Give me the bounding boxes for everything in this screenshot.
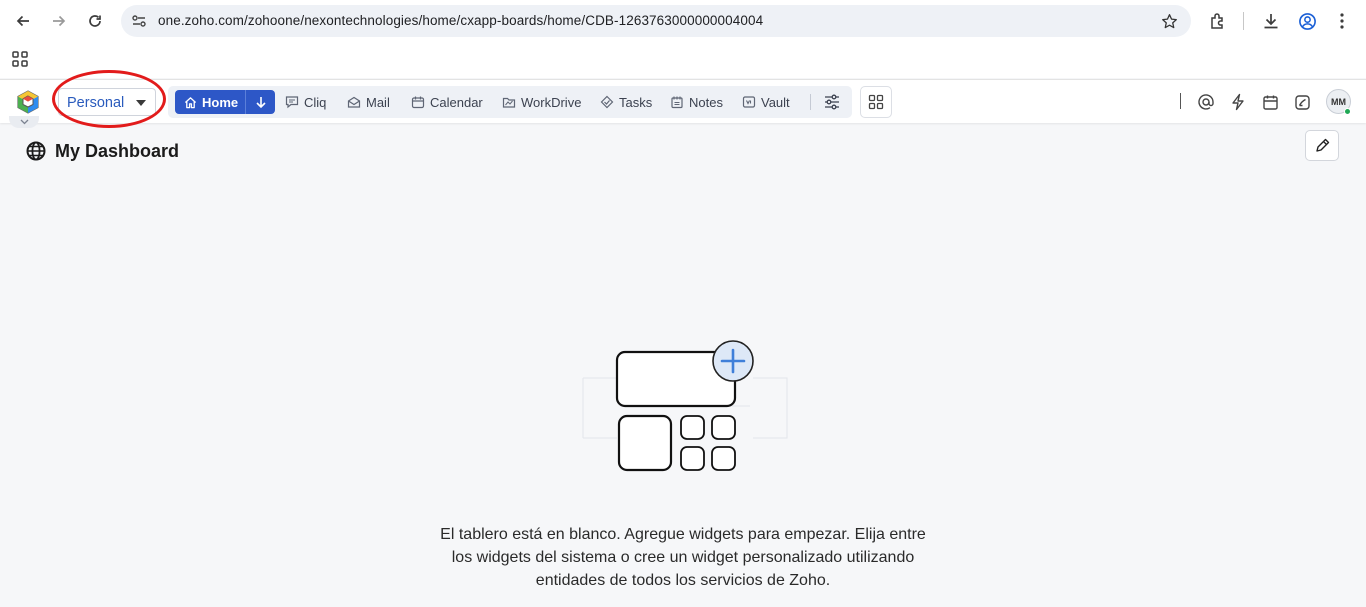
workspace-dropdown-label: Personal bbox=[67, 95, 125, 111]
dashboard-heading: My Dashboard bbox=[26, 140, 179, 162]
back-button[interactable] bbox=[10, 8, 36, 34]
download-icon[interactable] bbox=[1258, 8, 1284, 34]
toolbar-divider bbox=[1243, 12, 1244, 30]
app-workdrive[interactable]: WorkDrive bbox=[502, 92, 581, 112]
app-workdrive-label: WorkDrive bbox=[521, 94, 582, 110]
site-info-icon[interactable] bbox=[129, 11, 149, 31]
arrow-left-icon bbox=[16, 15, 29, 27]
customize-apps-icon[interactable] bbox=[822, 92, 842, 112]
zoho-one-logo-icon[interactable] bbox=[15, 89, 41, 115]
forward-button[interactable] bbox=[46, 8, 72, 34]
apps-strip: Home Cliq Mail Calendar WorkDrive Tasks bbox=[168, 86, 852, 118]
app-vault-label: Vault bbox=[761, 94, 790, 110]
home-pin-button[interactable] bbox=[246, 90, 275, 114]
app-calendar-label: Calendar bbox=[430, 94, 483, 110]
app-vault[interactable]: Vault bbox=[742, 92, 790, 112]
tasks-icon bbox=[600, 95, 614, 109]
app-mail-label: Mail bbox=[366, 94, 390, 110]
empty-dashboard-illustration bbox=[580, 338, 790, 474]
app-mail[interactable]: Mail bbox=[347, 92, 390, 112]
browser-menu-icon[interactable] bbox=[1329, 8, 1355, 34]
mail-icon bbox=[347, 96, 361, 108]
notes-header-icon[interactable] bbox=[1291, 91, 1313, 113]
all-apps-button[interactable] bbox=[860, 86, 892, 118]
workspace-dropdown[interactable]: Personal bbox=[58, 88, 156, 116]
apps-shortcut-icon[interactable] bbox=[11, 50, 29, 68]
address-bar[interactable]: one.zoho.com/zohoone/nexontechnologies/h… bbox=[121, 5, 1191, 37]
chat-icon bbox=[285, 96, 299, 109]
url-text[interactable]: one.zoho.com/zohoone/nexontechnologies/h… bbox=[158, 13, 763, 28]
app-cliq[interactable]: Cliq bbox=[285, 92, 326, 112]
app-notes-label: Notes bbox=[689, 94, 723, 110]
globe-icon bbox=[26, 141, 46, 161]
calendar-header-icon[interactable] bbox=[1259, 91, 1281, 113]
extensions-icon[interactable] bbox=[1205, 8, 1231, 34]
arrow-right-icon bbox=[53, 15, 66, 27]
app-home-label: Home bbox=[202, 94, 239, 110]
app-notes[interactable]: Notes bbox=[670, 92, 723, 112]
mentions-icon[interactable] bbox=[1195, 91, 1217, 113]
online-status-dot bbox=[1344, 108, 1351, 115]
reload-button[interactable] bbox=[82, 8, 108, 34]
home-button-group: Home bbox=[175, 90, 275, 114]
calendar-icon bbox=[411, 96, 425, 109]
vault-icon bbox=[742, 96, 756, 108]
browser-toolbar: one.zoho.com/zohoone/nexontechnologies/h… bbox=[0, 0, 1366, 78]
pencil-icon bbox=[1315, 138, 1329, 152]
reload-icon bbox=[89, 15, 101, 27]
profile-icon[interactable] bbox=[1294, 8, 1320, 34]
app-tasks[interactable]: Tasks bbox=[600, 92, 652, 112]
chevron-down-icon bbox=[20, 119, 28, 125]
edit-dashboard-button[interactable] bbox=[1305, 130, 1339, 161]
app-calendar[interactable]: Calendar bbox=[411, 92, 483, 112]
collapse-sidebar-tab[interactable] bbox=[9, 116, 39, 128]
grid-icon bbox=[868, 94, 884, 110]
notes-icon bbox=[671, 96, 683, 109]
empty-dashboard-message: El tablero está en blanco. Agregue widge… bbox=[440, 526, 926, 589]
zoho-header: Personal Home Cliq Mail Calendar WorkDri… bbox=[0, 79, 1366, 128]
app-home[interactable]: Home bbox=[175, 90, 246, 114]
bookmark-star-icon[interactable] bbox=[1159, 11, 1179, 31]
folder-icon bbox=[502, 97, 516, 108]
apps-strip-divider bbox=[810, 94, 811, 110]
activity-bolt-icon[interactable] bbox=[1227, 91, 1249, 113]
caret-down-icon bbox=[136, 100, 146, 106]
home-icon bbox=[184, 96, 197, 108]
page-title: My Dashboard bbox=[55, 140, 180, 161]
app-cliq-label: Cliq bbox=[304, 94, 327, 110]
header-divider bbox=[1180, 93, 1181, 109]
arrow-down-icon bbox=[255, 96, 266, 108]
app-tasks-label: Tasks bbox=[619, 94, 653, 110]
